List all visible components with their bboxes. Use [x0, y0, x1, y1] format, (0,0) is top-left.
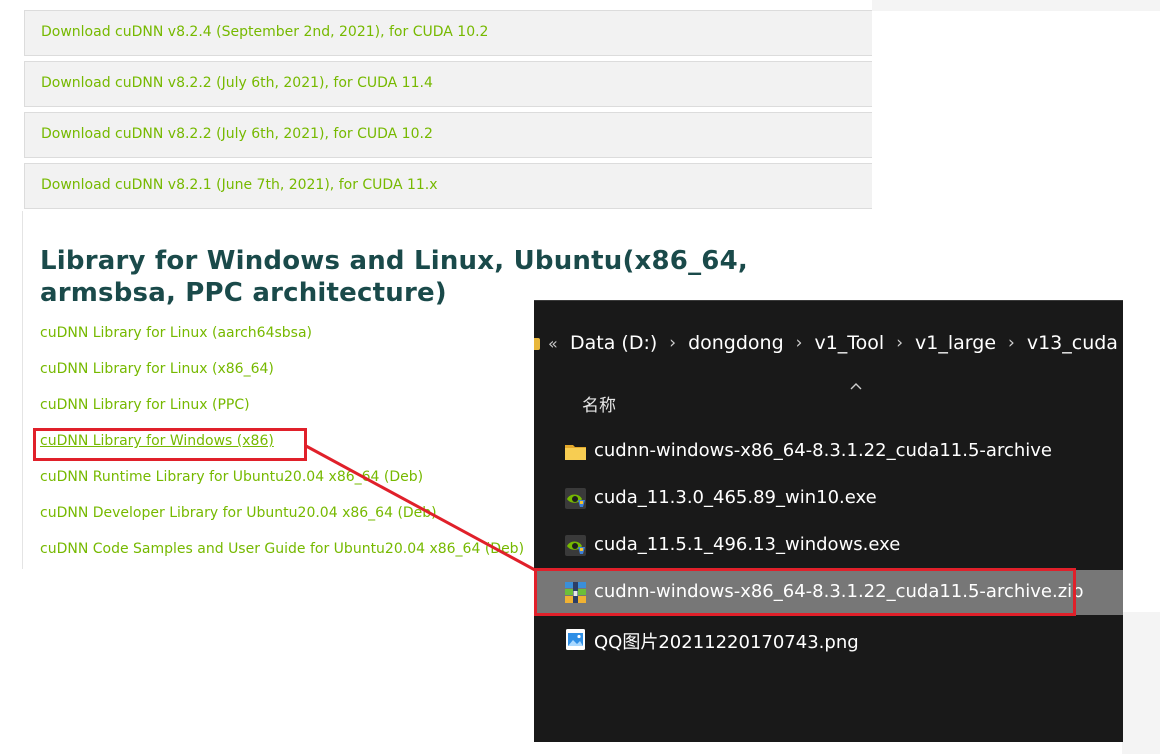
breadcrumb-item[interactable]: v13_cuda: [1027, 332, 1118, 354]
divider: [22, 211, 23, 569]
breadcrumb-item[interactable]: v1_Tool: [814, 332, 884, 354]
file-row[interactable]: cuda_11.3.0_465.89_win10.exe: [534, 476, 1123, 521]
library-link-linux-x86-64[interactable]: cuDNN Library for Linux (x86_64): [40, 361, 274, 377]
file-row[interactable]: cuda_11.5.1_496.13_windows.exe: [534, 523, 1123, 568]
highlight-box: [534, 568, 1076, 616]
download-link[interactable]: Download cuDNN v8.2.2 (July 6th, 2021), …: [41, 126, 433, 142]
background-strip: [1122, 612, 1160, 754]
download-row[interactable]: Download cuDNN v8.2.2 (July 6th, 2021), …: [24, 61, 872, 107]
chevron-right-icon[interactable]: ›: [796, 333, 803, 353]
image-file-icon: [566, 629, 585, 650]
highlight-box: [33, 428, 307, 461]
file-explorer-window: « Data (D:) › dongdong › v1_Tool › v1_la…: [534, 300, 1123, 742]
nvidia-installer-icon: [565, 488, 586, 509]
library-link-ubuntu-developer-deb[interactable]: cuDNN Developer Library for Ubuntu20.04 …: [40, 505, 437, 521]
chevron-right-icon[interactable]: ›: [896, 333, 903, 353]
column-header-name[interactable]: 名称: [582, 391, 616, 416]
download-row[interactable]: Download cuDNN v8.2.1 (June 7th, 2021), …: [24, 163, 872, 209]
library-link-linux-aarch64sbsa[interactable]: cuDNN Library for Linux (aarch64sbsa): [40, 325, 312, 341]
file-row[interactable]: cudnn-windows-x86_64-8.3.1.22_cuda11.5-a…: [534, 429, 1123, 474]
chevron-right-icon[interactable]: ›: [1008, 333, 1015, 353]
breadcrumb-item[interactable]: Data (D:): [570, 332, 657, 354]
download-row[interactable]: Download cuDNN v8.2.4 (September 2nd, 20…: [24, 10, 872, 56]
background-strip: [872, 0, 1160, 11]
folder-icon: [565, 445, 586, 460]
breadcrumb-item[interactable]: v1_large: [915, 332, 996, 354]
file-name: QQ图片20211220170743.png: [594, 632, 859, 653]
breadcrumb-item[interactable]: dongdong: [688, 332, 784, 354]
address-bar[interactable]: « Data (D:) › dongdong › v1_Tool › v1_la…: [534, 324, 1123, 364]
file-name: cudnn-windows-x86_64-8.3.1.22_cuda11.5-a…: [594, 440, 1052, 461]
chevron-right-icon[interactable]: ›: [669, 333, 676, 353]
breadcrumb: Data (D:) › dongdong › v1_Tool › v1_larg…: [570, 332, 1118, 354]
library-link-ubuntu-runtime-deb[interactable]: cuDNN Runtime Library for Ubuntu20.04 x8…: [40, 469, 423, 485]
file-row[interactable]: QQ图片20211220170743.png: [534, 617, 1123, 662]
sort-ascending-icon[interactable]: [849, 381, 863, 391]
download-row[interactable]: Download cuDNN v8.2.2 (July 6th, 2021), …: [24, 112, 872, 158]
folder-icon: [534, 338, 540, 350]
file-name: cuda_11.3.0_465.89_win10.exe: [594, 487, 877, 508]
download-link[interactable]: Download cuDNN v8.2.4 (September 2nd, 20…: [41, 24, 488, 40]
library-link-ubuntu-samples-deb[interactable]: cuDNN Code Samples and User Guide for Ub…: [40, 541, 524, 557]
nvidia-installer-icon: [565, 535, 586, 556]
download-link[interactable]: Download cuDNN v8.2.2 (July 6th, 2021), …: [41, 75, 433, 91]
overflow-chevron-icon[interactable]: «: [548, 334, 558, 353]
library-link-linux-ppc[interactable]: cuDNN Library for Linux (PPC): [40, 397, 250, 413]
download-link[interactable]: Download cuDNN v8.2.1 (June 7th, 2021), …: [41, 177, 438, 193]
file-name: cuda_11.5.1_496.13_windows.exe: [594, 534, 901, 555]
screenshot-composite: Download cuDNN v8.2.4 (September 2nd, 20…: [0, 0, 1160, 754]
